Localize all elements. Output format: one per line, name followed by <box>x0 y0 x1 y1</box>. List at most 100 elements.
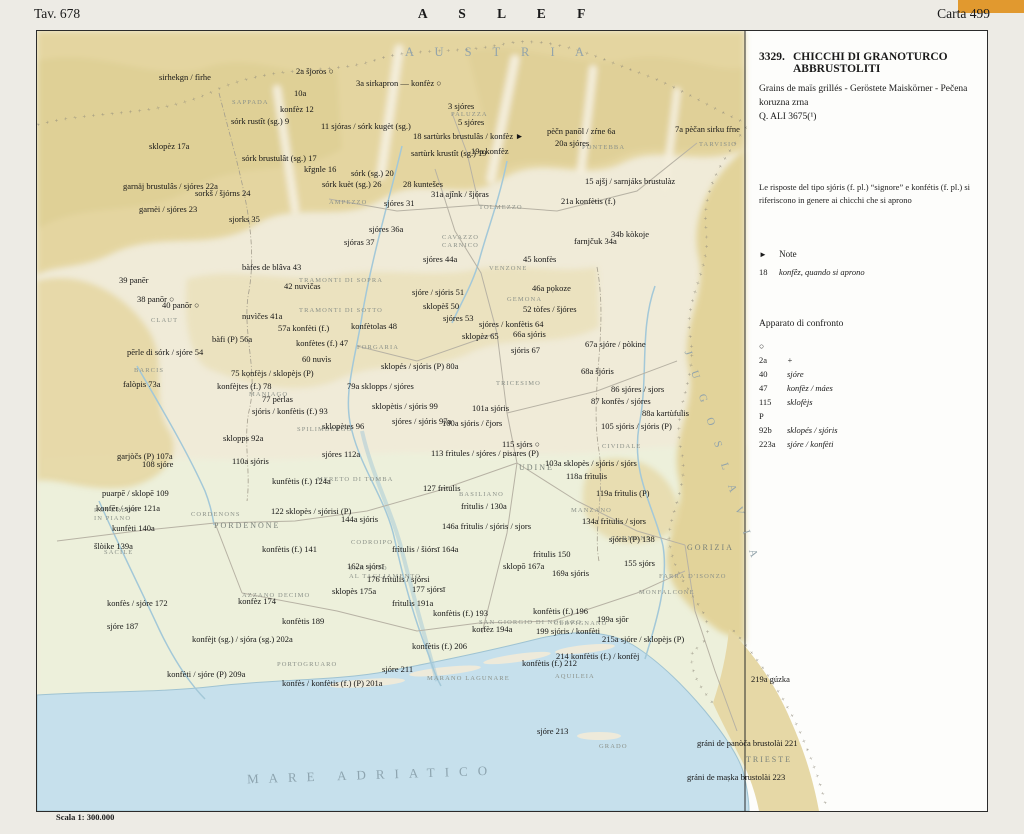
map-number: Carta 499 <box>937 6 990 21</box>
map-point-label: kunfètis (f.) 124a <box>272 476 331 486</box>
map-point-label: 28 kuntešes <box>403 179 443 189</box>
map-point-label: šlòike 139a <box>94 541 133 551</box>
legend-gloss: Grains de maïs grillés - Geröstete Maisk… <box>759 84 968 108</box>
map-point-label: 199a sjōr <box>597 614 629 624</box>
map-point-label: 42 nuvìčas <box>284 281 321 291</box>
apparato-item: 2a + <box>759 355 793 365</box>
map-point-label: 10a <box>294 88 307 98</box>
map-point-label: 176 frìtulis / sjórsi <box>367 574 430 584</box>
map-point-label: konfès / sjóre 172 <box>107 598 168 608</box>
map-point-label: sórk (sg.) 20 <box>351 168 394 178</box>
map-point-label: 20a sjóres <box>555 138 590 148</box>
map-sheet: + + + + + + + + + + + + + + + + + + + + … <box>36 30 988 812</box>
map-point-label: konfètes (f.) 47 <box>296 338 349 348</box>
map-point-label: sjóres 53 <box>443 313 474 323</box>
map-point-label: sjóres / konfètis 64 <box>479 319 544 329</box>
legend-title: 3329. CHICCHI DI GRANOTURCO ABBRUSTOLITI <box>759 51 979 75</box>
apparato-item: P <box>759 411 764 421</box>
map-point-label: 87 konfès / sjóres <box>591 396 651 406</box>
map-point-label: konfēr / sjóre 121a <box>96 503 160 513</box>
map-point-label: sjóras 37 <box>344 237 375 247</box>
map-point-label: 122 sklopès / sjórisi (P) <box>271 506 352 516</box>
map-point-label: sklopèz 65 <box>462 331 499 341</box>
map-point-label: 40 panōr ○ <box>162 300 200 310</box>
map-point-label: 101a sjóris <box>472 403 510 413</box>
map-point-label: sklopètes 96 <box>322 421 365 431</box>
map-point-label: 11 sjóras / sórk kugèt (sg.) <box>321 121 411 131</box>
map-point-label: sklopps 92a <box>223 433 264 443</box>
map-point-label: sjóre 211 <box>382 664 414 674</box>
map-point-label: 118a frìtulis <box>566 471 607 481</box>
map-point-label: sklopètis / sjóris 99 <box>372 401 438 411</box>
map-point-label: falòpis 73a <box>123 379 161 389</box>
note-item: 18 konfêz, quando si aprono <box>759 267 865 277</box>
map-point-label: 105 sjóris / sjóris (P) <box>601 421 672 431</box>
map-point-label: 34b kòkoje <box>611 229 650 239</box>
map-point-label: sjóris (P) 138 <box>609 534 655 544</box>
map-point-label: konfèjt (sg.) / sjóra (sg.) 202a <box>192 634 293 644</box>
map-point-label: sjóres 36a <box>369 224 404 234</box>
map-point-label: konfètis (f.) 206 <box>412 641 468 651</box>
map-point-label: 52 tòfes / šjóres <box>523 304 577 314</box>
map-point-label: 146a frìtulis / sjóris / sjors <box>442 521 532 531</box>
map-point-label: kȓgnle 16 <box>304 164 337 174</box>
map-point-label: 155 sjórs <box>624 558 655 568</box>
map-point-label: nuvìčes 41a <box>242 311 283 321</box>
legend-source: Q. ALI 3675(¹) <box>759 112 817 122</box>
map-point-label: 79a sklopps / sjóres <box>347 381 414 391</box>
map-point-label: konfètis 189 <box>282 616 325 626</box>
map-point-label: pèčn panōl / zŕne 6a <box>547 126 616 136</box>
map-point-label: 119a frìtulis (P) <box>596 488 650 498</box>
map-point-label: frìtulis 191a <box>392 598 434 608</box>
map-point-label: konfètis (f.) 193 <box>433 608 489 618</box>
apparato-title: Apparato di confronto <box>759 319 844 329</box>
apparato-item: 115 sklofèjs <box>759 397 813 407</box>
map-point-label: 3 sjóres <box>448 101 475 111</box>
map-point-label: sórk rustît (sg.) 9 <box>231 116 290 126</box>
map-point-label: sklopō 167a <box>503 561 545 571</box>
note-list: 18 konfêz, quando si aprono <box>759 267 979 277</box>
map-point-label: 88a kartùfulis <box>642 408 689 418</box>
map-point-label: 215a sjóre / sklopèjs (P) <box>602 634 685 644</box>
map-point-label: konfètis (f.) 196 <box>533 606 589 616</box>
map-point-label: sjóres 31 <box>384 198 415 208</box>
legend-panel: 3329. CHICCHI DI GRANOTURCO ABBRUSTOLITI… <box>746 31 987 811</box>
map-point-label: sorkš / šjórns 24 <box>195 188 251 198</box>
map-point-label: bàfi (P) 56a <box>212 334 253 344</box>
apparato-item: 92b sklopés / sjóris <box>759 425 838 435</box>
map-point-label: 15 ajšj / sarnjáks brustulàz <box>585 176 676 186</box>
map-point-label: 113 frìtules / sjóres / pisares (P) <box>431 448 539 458</box>
map-point-label: konfètis (f.) 212 <box>522 658 578 668</box>
apparato-item: 223a sjóre / konfèti <box>759 439 834 449</box>
map-point-label: sjóris 67 <box>511 345 541 355</box>
map-point-label: 66a sjóris <box>513 329 546 339</box>
map-point-label: 39 panēr <box>119 275 149 285</box>
map-point-label: konfètis (f.) 141 <box>262 544 318 554</box>
map-point-label: 68a šjóris <box>581 366 614 376</box>
apparato-list: 2a + 40 sjóre 47 konfèz / máes 115 sklofèjs P 92b… <box>759 355 979 453</box>
map-point-label: konfèz 174 <box>238 596 277 606</box>
map-point-label: 45 konfès <box>523 254 557 264</box>
map-point-label: 57a konfèti (f.) <box>278 323 330 333</box>
map-point-label: 134a frìtulis / sjors <box>582 516 646 526</box>
map-point-label: bàfes de blâva 43 <box>242 262 302 272</box>
map-point-label: sjóris / konfètis (f.) 93 <box>252 406 328 416</box>
map-point-label: frìtulis 150 <box>533 549 571 559</box>
map-point-label: 2a šjoros ○ <box>296 66 334 76</box>
map-point-label: sjorks 35 <box>229 214 260 224</box>
map-point-label: sjóres 112a <box>322 449 361 459</box>
map-point-label: 3a sirkapron — konfèz ○ <box>356 78 442 88</box>
map-point-label: 108 sjóre <box>142 459 174 469</box>
map-point-label: konfètolas 48 <box>351 321 398 331</box>
map-point-label: 5 sjóres <box>458 117 485 127</box>
map-point-label: 127 frìtulis <box>423 483 461 493</box>
circle-symbol-icon: ○ <box>759 341 765 351</box>
atlas-title: A S L E F <box>417 6 600 21</box>
map-point-label: 31a ajînk / šjóras <box>431 189 489 199</box>
map-point-label: konfèz 12 <box>280 104 314 114</box>
map-point-label: 169a sjóris <box>552 568 590 578</box>
map-point-label: konfèti / sjóre (P) 209a <box>167 669 246 679</box>
map-point-label: 21a konfètis (f.) <box>561 196 616 206</box>
legend-title-line1: CHICCHI DI GRANOTURCO <box>793 51 948 63</box>
map-point-label: frìtulis / šiórsī 164a <box>392 544 459 554</box>
